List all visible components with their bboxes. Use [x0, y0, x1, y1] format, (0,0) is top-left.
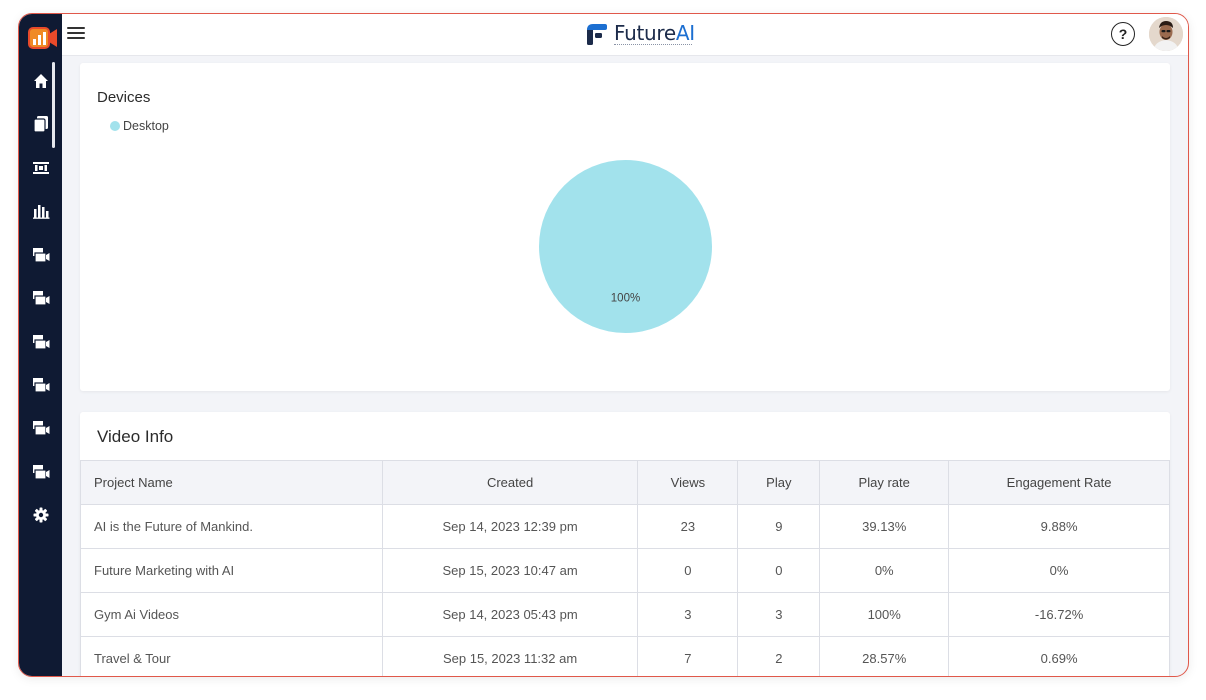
logo-text: FutureAI — [614, 21, 695, 45]
video-info-card: Video Info Project Name Created Views Pl… — [80, 412, 1170, 676]
cell-engagement-rate: -16.72% — [948, 592, 1170, 637]
video-camera-icon — [32, 335, 49, 350]
cell-project-name: AI is the Future of Mankind. — [80, 504, 383, 549]
cell-play-rate: 39.13% — [819, 504, 950, 549]
cell-project-name: Travel & Tour — [80, 636, 383, 676]
column-header-project-name[interactable]: Project Name — [80, 460, 383, 505]
table-row[interactable]: Travel & Tour Sep 15, 2023 11:32 am 7 2 … — [80, 636, 1170, 676]
sidebar-item-pages[interactable] — [19, 109, 62, 139]
sidebar-item-home[interactable] — [19, 66, 62, 96]
cell-engagement-rate: 0.69% — [948, 636, 1170, 676]
sidebar-item-video-3[interactable] — [19, 327, 62, 357]
cell-created: Sep 15, 2023 11:32 am — [381, 636, 639, 676]
sidebar-item-video-5[interactable] — [19, 413, 62, 443]
logo-mark-icon — [587, 24, 607, 45]
cell-created: Sep 15, 2023 10:47 am — [381, 548, 639, 593]
brand-video-chart-icon[interactable] — [28, 24, 57, 50]
devices-pie-chart: 100% — [539, 160, 712, 333]
cell-created: Sep 14, 2023 05:43 pm — [381, 592, 639, 637]
chart-legend[interactable]: Desktop — [110, 119, 169, 133]
column-header-views[interactable]: Views — [637, 460, 739, 505]
sidebar-item-media[interactable] — [19, 153, 62, 183]
gear-icon — [33, 507, 48, 523]
sidebar-item-video-1[interactable] — [19, 240, 62, 270]
table-row[interactable]: AI is the Future of Mankind. Sep 14, 202… — [80, 504, 1170, 549]
column-header-created[interactable]: Created — [381, 460, 639, 505]
sidebar-item-analytics[interactable] — [19, 196, 62, 226]
sidebar — [19, 14, 62, 676]
cell-views: 7 — [637, 636, 739, 676]
cell-project-name: Gym Ai Videos — [80, 592, 383, 637]
sidebar-item-settings[interactable] — [19, 500, 62, 530]
legend-label-desktop: Desktop — [123, 119, 169, 133]
devices-card: Devices Desktop 100% — [80, 63, 1170, 391]
top-bar: FutureAI ? — [62, 14, 1188, 56]
app-window: FutureAI ? Devices Desktop 100% Video In… — [18, 13, 1189, 677]
sidebar-item-video-6[interactable] — [19, 457, 62, 487]
devices-title: Devices — [97, 89, 151, 106]
column-header-engagement-rate[interactable]: Engagement Rate — [948, 460, 1170, 505]
video-camera-icon — [32, 378, 49, 393]
video-info-title: Video Info — [97, 427, 174, 446]
cell-views: 0 — [637, 548, 739, 593]
video-camera-icon — [32, 291, 49, 306]
sidebar-item-video-4[interactable] — [19, 370, 62, 400]
cell-project-name: Future Marketing with AI — [80, 548, 383, 593]
cell-play-rate: 28.57% — [819, 636, 950, 676]
logo-tagline — [614, 44, 692, 46]
table-header-row: Project Name Created Views Play Play rat… — [80, 460, 1170, 505]
help-icon[interactable]: ? — [1111, 22, 1135, 46]
video-camera-icon — [32, 248, 49, 263]
pie-slice-desktop[interactable] — [539, 160, 712, 333]
legend-swatch-desktop — [110, 121, 120, 131]
column-header-play-rate[interactable]: Play rate — [819, 460, 950, 505]
video-camera-icon — [32, 421, 49, 436]
menu-toggle-icon[interactable] — [67, 27, 85, 41]
film-strip-icon — [32, 162, 49, 174]
logo[interactable]: FutureAI — [585, 20, 695, 50]
cell-created: Sep 14, 2023 12:39 pm — [381, 504, 639, 549]
user-avatar-image — [1149, 17, 1183, 51]
table-row[interactable]: Future Marketing with AI Sep 15, 2023 10… — [80, 548, 1170, 593]
cell-play: 2 — [737, 636, 821, 676]
cell-views: 23 — [637, 504, 739, 549]
bar-chart-icon — [32, 205, 49, 219]
avatar[interactable] — [1149, 17, 1183, 51]
sidebar-item-video-2[interactable] — [19, 283, 62, 313]
home-icon — [33, 74, 48, 88]
column-header-play[interactable]: Play — [737, 460, 821, 505]
pages-icon — [32, 116, 48, 133]
cell-views: 3 — [637, 592, 739, 637]
cell-play: 0 — [737, 548, 821, 593]
video-camera-icon — [32, 465, 49, 480]
video-info-table: Project Name Created Views Play Play rat… — [80, 460, 1170, 676]
table-row[interactable]: Gym Ai Videos Sep 14, 2023 05:43 pm 3 3 … — [80, 592, 1170, 637]
pie-data-label: 100% — [611, 293, 640, 305]
cell-engagement-rate: 9.88% — [948, 504, 1170, 549]
cell-engagement-rate: 0% — [948, 548, 1170, 593]
cell-play-rate: 0% — [819, 548, 950, 593]
cell-play-rate: 100% — [819, 592, 950, 637]
cell-play: 9 — [737, 504, 821, 549]
cell-play: 3 — [737, 592, 821, 637]
